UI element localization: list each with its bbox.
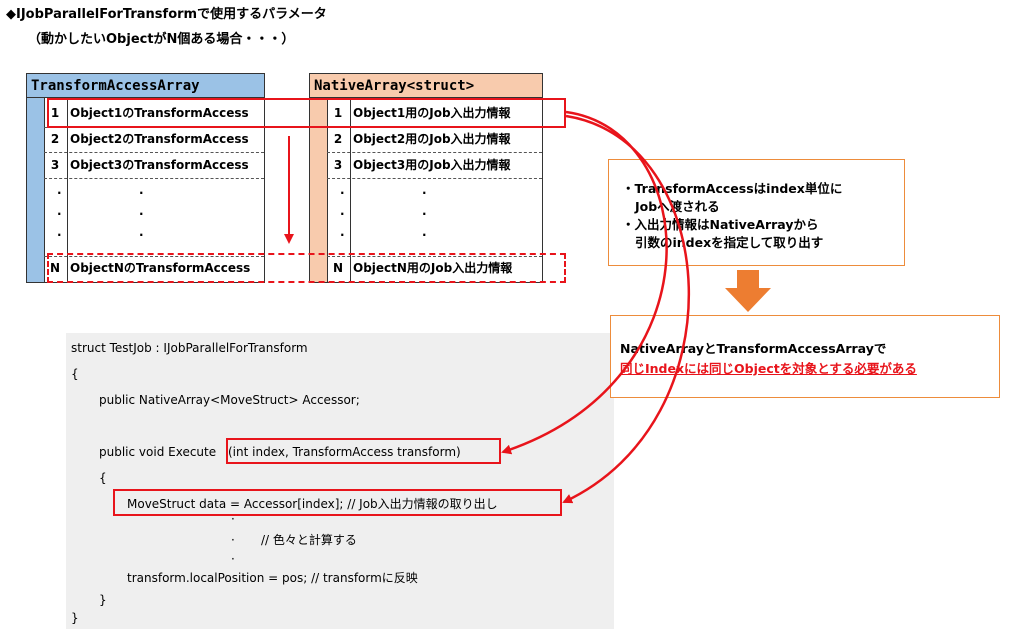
orange-down-arrow-icon xyxy=(725,270,771,312)
ellipsis-dot: . xyxy=(422,204,427,218)
ellipsis-dot: . xyxy=(422,183,427,197)
table-row: 2 Object2用のJob入出力情報 xyxy=(327,127,542,152)
row-index: 3 xyxy=(333,158,343,172)
ellipsis-dot: . xyxy=(139,183,144,197)
accessor-line-highlight xyxy=(113,489,562,516)
code-line: public NativeArray<MoveStruct> Accessor; xyxy=(99,393,360,407)
ellipsis-dot: . xyxy=(422,225,427,239)
ellipsis-dot: . xyxy=(340,225,345,239)
info-line: NativeArrayとTransformAccessArrayで xyxy=(620,341,887,356)
row-text: Object3用のJob入出力情報 xyxy=(353,158,511,172)
table-sidebar xyxy=(27,98,44,282)
info-line: ・TransformAccessはindex単位に xyxy=(622,181,843,196)
row-n-highlight xyxy=(47,253,566,283)
row-index: 2 xyxy=(333,132,343,146)
diagram-title: ◆IJobParallelForTransformで使用するパラメータ xyxy=(6,7,327,22)
ellipsis-dot: . xyxy=(57,183,62,197)
table-header: NativeArray<struct> xyxy=(310,74,542,98)
info-box-requirement: NativeArrayとTransformAccessArrayで 同じInde… xyxy=(610,315,1000,398)
code-line: { xyxy=(71,367,79,381)
code-line: // 色々と計算する xyxy=(261,533,357,547)
row-1-highlight xyxy=(47,98,566,128)
row-index: 3 xyxy=(50,158,60,172)
table-row: 2 Object2のTransformAccess xyxy=(44,127,264,152)
info-line: Jobへ渡される xyxy=(635,199,720,214)
ellipsis-dot: . xyxy=(139,225,144,239)
row-text: Object2用のJob入出力情報 xyxy=(353,132,511,146)
code-line: { xyxy=(99,471,107,485)
ellipsis-dot: . xyxy=(57,225,62,239)
execute-params-highlight xyxy=(226,438,501,464)
info-line: 引数のindexを指定して取り出す xyxy=(635,235,824,250)
code-line: public void Execute xyxy=(99,445,217,459)
row-divider xyxy=(327,178,542,179)
row-text: Object3のTransformAccess xyxy=(70,158,249,172)
table-row: 3 Object3用のJob入出力情報 xyxy=(327,153,542,178)
code-line: } xyxy=(71,611,79,625)
code-ellipsis-dot: · xyxy=(231,533,235,547)
code-line: transform.localPosition = pos; // transf… xyxy=(127,571,418,585)
info-line: ・入出力情報はNativeArrayから xyxy=(622,217,819,232)
ellipsis-dot: . xyxy=(57,204,62,218)
code-ellipsis-dot: · xyxy=(231,552,235,566)
info-line-emphasis: 同じIndexには同じObjectを対象とする必要がある xyxy=(620,361,917,376)
ellipsis-dot: . xyxy=(340,183,345,197)
code-line: struct TestJob : IJobParallelForTransfor… xyxy=(71,341,308,355)
code-panel: struct TestJob : IJobParallelForTransfor… xyxy=(66,333,614,629)
table-header: TransformAccessArray xyxy=(27,74,264,98)
ellipsis-dot: . xyxy=(139,204,144,218)
ellipsis-dot: . xyxy=(340,204,345,218)
row-text: Object2のTransformAccess xyxy=(70,132,249,146)
diagram-subtitle: （動かしたいObjectがN個ある場合・・・） xyxy=(28,32,295,47)
row-divider xyxy=(44,178,264,179)
info-box-index: ・TransformAccessはindex単位に Jobへ渡される ・入出力情… xyxy=(608,159,905,266)
row-index: 2 xyxy=(50,132,60,146)
table-row: 3 Object3のTransformAccess xyxy=(44,153,264,178)
code-line: } xyxy=(99,593,107,607)
